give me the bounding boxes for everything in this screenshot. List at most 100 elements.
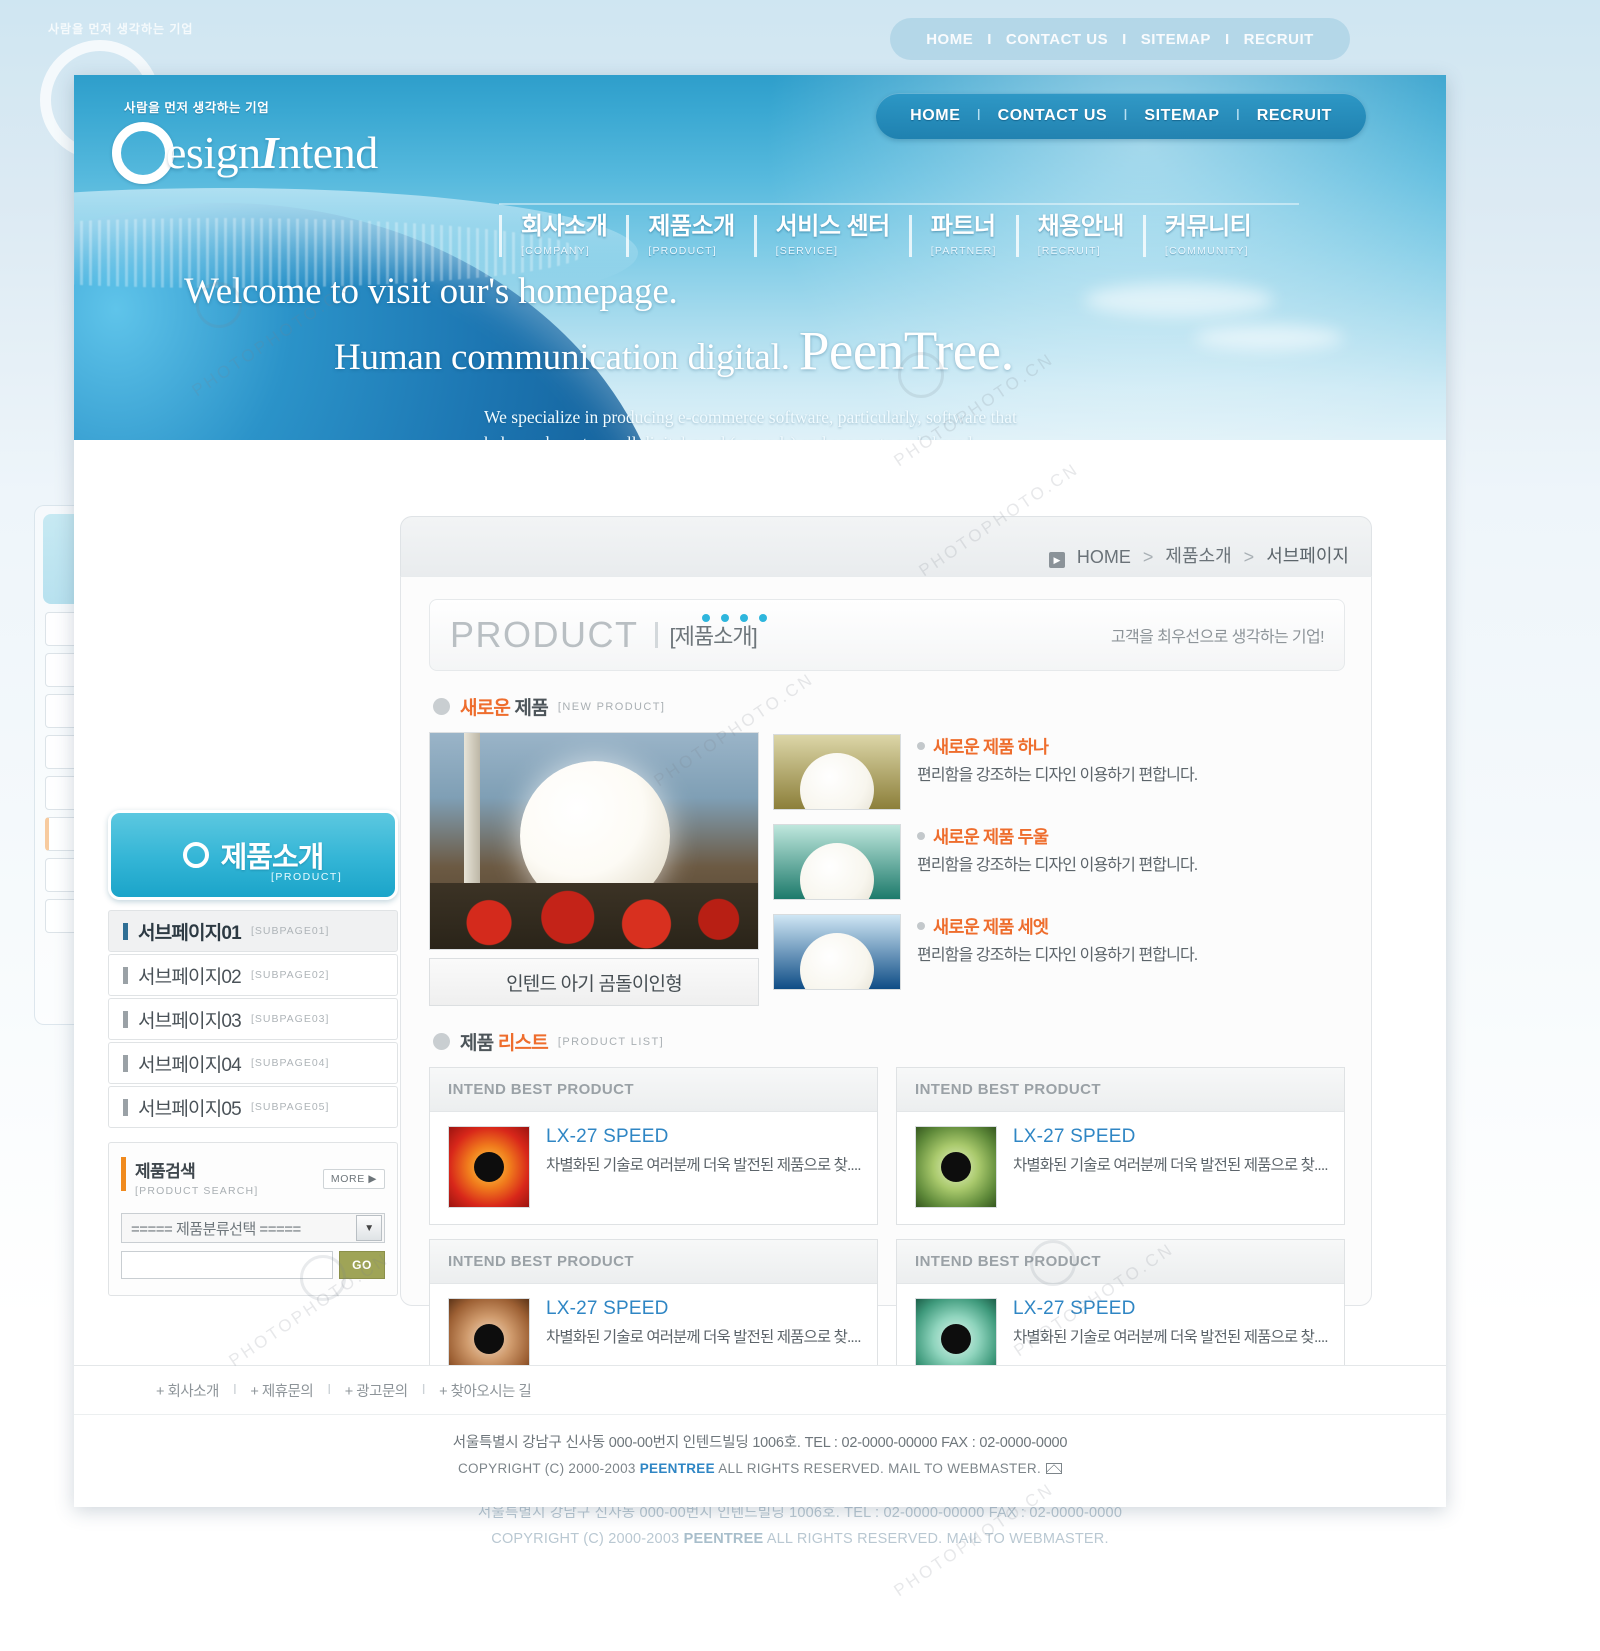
top-nav[interactable]: HOME I CONTACT US I SITEMAP I RECRUIT <box>876 93 1366 139</box>
logo-circle-d-icon <box>112 122 174 184</box>
new-product-desc: 편리함을 강조하는 디자인 이용하기 편합니다. <box>917 947 1198 964</box>
sidebar-item-subpage01[interactable]: 서브페이지01 [SUBPAGE01] <box>108 910 398 952</box>
breadcrumb-item-home[interactable]: HOME <box>1077 547 1131 568</box>
content-panel: PRODUCT [제품소개] 고객을 최우선으로 생각하는 기업! 새로운 제품… <box>400 576 1372 1397</box>
product-search-panel: 제품검색 [PRODUCT SEARCH] MORE ▶ ===== 제품분류선… <box>108 1142 398 1296</box>
new-product-title[interactable]: 새로운 제품 하나 <box>933 737 1049 757</box>
sidebar-menu[interactable]: 서브페이지01 [SUBPAGE01] 서브페이지02 [SUBPAGE02] … <box>108 910 398 1128</box>
product-search-go-button[interactable]: GO <box>339 1251 385 1279</box>
sidebar-header-title: 제품소개 <box>220 842 325 874</box>
footer-link-partnership[interactable]: + 제휴문의 <box>236 1380 327 1401</box>
product-category-select-value: ===== 제품분류선택 ===== <box>131 1220 301 1238</box>
new-product-heading-kr: 새로운 제품 <box>460 693 549 720</box>
main-nav-label-kr: 커뮤니티 <box>1164 213 1252 240</box>
sidebar-item-subpage05[interactable]: 서브페이지05 [SUBPAGE05] <box>108 1086 398 1128</box>
product-card[interactable]: INTEND BEST PRODUCT LX-27 SPEED 차별화된 기술로… <box>896 1067 1345 1225</box>
product-card-body: LX-27 SPEED 차별화된 기술로 여러분께 더욱 발전된 제품으로 찾.… <box>430 1112 877 1224</box>
background-top-nav: HOME I CONTACT US I SITEMAP I RECRUIT <box>890 18 1350 60</box>
footer-links[interactable]: + 회사소개 I + 제휴문의 I + 광고문의 I + 찾아오시는 길 <box>74 1365 1446 1415</box>
product-list-grid: INTEND BEST PRODUCT LX-27 SPEED 차별화된 기술로… <box>429 1067 1345 1397</box>
new-product-title[interactable]: 새로운 제품 세엣 <box>933 917 1049 937</box>
new-product-thumbnail[interactable] <box>773 914 901 990</box>
site-footer: + 회사소개 I + 제휴문의 I + 광고문의 I + 찾아오시는 길 서울특… <box>74 1365 1446 1507</box>
new-product-thumbnail[interactable] <box>773 734 901 810</box>
copyright-post: ALL RIGHTS RESERVED. MAIL TO WEBMASTER. <box>714 1461 1042 1476</box>
main-nav-item-company[interactable]: 회사소개 [COMPANY] <box>499 215 626 257</box>
main-nav-item-recruit[interactable]: 채용안내 [RECRUIT] <box>1015 215 1143 257</box>
product-card-image[interactable] <box>448 1126 530 1208</box>
product-card-name[interactable]: LX-27 SPEED <box>546 1298 861 1320</box>
product-search-input[interactable] <box>121 1251 333 1279</box>
new-product-items: 새로운 제품 하나 편리함을 강조하는 디자인 이용하기 편합니다. 새로운 제… <box>773 732 1345 1006</box>
sidebar: 제품소개 [PRODUCT] 서브페이지01 [SUBPAGE01] 서브페이지… <box>108 810 398 1296</box>
product-category-select[interactable]: ===== 제품분류선택 ===== ▼ <box>121 1213 385 1243</box>
sidebar-item-subpage04[interactable]: 서브페이지04 [SUBPAGE04] <box>108 1042 398 1084</box>
page-title-kr: [제품소개] <box>669 624 758 649</box>
top-nav-item-recruit[interactable]: RECRUIT <box>1257 107 1332 125</box>
main-nav[interactable]: 회사소개 [COMPANY] 제품소개 [PRODUCT] 서비스 센터 [SE… <box>499 215 1270 257</box>
title-dots-decoration <box>702 614 767 622</box>
new-product-text: 새로운 제품 세엣 편리함을 강조하는 디자인 이용하기 편합니다. <box>917 914 1198 968</box>
new-product-heading: 새로운 제품 [NEW PRODUCT] <box>433 693 1345 720</box>
top-nav-item-contact-us[interactable]: CONTACT US <box>998 107 1108 125</box>
page-content: ▶ HOME > 제품소개 > 서브페이지 제품소개 [PRODUCT] 서브페… <box>74 440 1446 1507</box>
main-nav-item-community[interactable]: 커뮤니티 [COMMUNITY] <box>1142 213 1270 257</box>
product-card[interactable]: INTEND BEST PRODUCT LX-27 SPEED 차별화된 기술로… <box>429 1067 878 1225</box>
product-card-desc: 차별화된 기술로 여러분께 더욱 발전된 제품으로 찾.... <box>1013 1329 1329 1346</box>
main-nav-label-en: [PARTNER] <box>930 245 997 257</box>
main-nav-label-kr: 제품소개 <box>648 213 735 240</box>
sidebar-item-subpage03[interactable]: 서브페이지03 [SUBPAGE03] <box>108 998 398 1040</box>
hero-headline-2-pre: Human communication digital. <box>334 337 790 378</box>
new-product-item[interactable]: 새로운 제품 두울 편리함을 강조하는 디자인 이용하기 편합니다. <box>773 824 1345 900</box>
product-search-subtitle: [PRODUCT SEARCH] <box>135 1185 259 1197</box>
footer-link-directions[interactable]: + 찾아오시는 길 <box>425 1380 545 1401</box>
footer-link-company[interactable]: + 회사소개 <box>142 1380 233 1401</box>
main-nav-label-en: [RECRUIT] <box>1037 245 1101 257</box>
featured-product[interactable]: 인텐드 아기 곰돌이인형 <box>429 732 759 1006</box>
main-nav-item-partner[interactable]: 파트너 [PARTNER] <box>908 215 1016 257</box>
bullet-icon <box>917 832 925 840</box>
footer-info: 서울특별시 강남구 신사동 000-00번지 인텐드빌딩 1006호. TEL … <box>74 1431 1446 1481</box>
product-search-more-button[interactable]: MORE ▶ <box>322 1169 385 1189</box>
main-nav-label-en: [SERVICE] <box>775 245 839 257</box>
main-nav-item-service[interactable]: 서비스 센터 [SERVICE] <box>753 215 909 257</box>
mail-icon[interactable] <box>1046 1463 1063 1474</box>
product-card-image[interactable] <box>915 1126 997 1208</box>
new-product-text: 새로운 제품 두울 편리함을 강조하는 디자인 이용하기 편합니다. <box>917 824 1198 878</box>
sidebar-item-subpage02[interactable]: 서브페이지02 [SUBPAGE02] <box>108 954 398 996</box>
main-nav-divider <box>499 203 1299 205</box>
product-card-name[interactable]: LX-27 SPEED <box>1013 1126 1328 1148</box>
sidebar-item-label-kr: 서브페이지01 <box>138 922 242 944</box>
footer-link-advertising[interactable]: + 광고문의 <box>331 1380 422 1401</box>
product-card-name[interactable]: LX-27 SPEED <box>1013 1298 1328 1320</box>
new-product-item[interactable]: 새로운 제품 하나 편리함을 강조하는 디자인 이용하기 편합니다. <box>773 734 1345 810</box>
breadcrumb-item-section[interactable]: 제품소개 <box>1165 542 1231 568</box>
hero-paragraph: We specialize in producing e-commerce so… <box>484 407 1017 440</box>
circle-icon <box>182 842 209 868</box>
sidebar-item-label-kr: 서브페이지05 <box>138 1098 242 1120</box>
new-product-text: 새로운 제품 하나 편리함을 강조하는 디자인 이용하기 편합니다. <box>917 734 1198 788</box>
main-nav-item-product[interactable]: 제품소개 [PRODUCT] <box>626 215 753 257</box>
chevron-down-icon[interactable]: ▼ <box>356 1215 382 1241</box>
top-nav-item-home[interactable]: HOME <box>910 107 960 125</box>
new-product-title[interactable]: 새로운 제품 두울 <box>933 827 1049 847</box>
product-card-text: LX-27 SPEED 차별화된 기술로 여러분께 더욱 발전된 제품으로 찾.… <box>546 1126 862 1208</box>
sidebar-header-subtitle: [PRODUCT] <box>271 871 343 883</box>
product-list-heading-kr: 제품 리스트 <box>460 1028 549 1055</box>
breadcrumb-separator: > <box>1142 547 1154 567</box>
sidebar-header: 제품소개 [PRODUCT] <box>108 810 398 900</box>
product-card-name[interactable]: LX-27 SPEED <box>546 1126 861 1148</box>
product-list-heading: 제품 리스트 [PRODUCT LIST] <box>433 1028 1345 1055</box>
background-top-nav-item-recruit: RECRUIT <box>1243 30 1314 48</box>
site-header: HOME I CONTACT US I SITEMAP I RECRUIT 사람… <box>74 75 1446 440</box>
new-product-thumbnail[interactable] <box>773 824 901 900</box>
hero-headline-2: Human communication digital. PeenTree. <box>184 319 1334 382</box>
sidebar-item-label-kr: 서브페이지03 <box>138 1010 242 1032</box>
site-logo[interactable]: 사람을 먼저 생각하는 기업 esignIntend <box>112 97 378 184</box>
breadcrumb-item-current: 서브페이지 <box>1266 546 1349 566</box>
top-nav-item-sitemap[interactable]: SITEMAP <box>1144 107 1219 125</box>
product-card-header: INTEND BEST PRODUCT <box>430 1240 877 1284</box>
site-window: HOME I CONTACT US I SITEMAP I RECRUIT 사람… <box>74 75 1446 1507</box>
copyright-pre: COPYRIGHT (C) 2000-2003 <box>457 1461 640 1476</box>
new-product-item[interactable]: 새로운 제품 세엣 편리함을 강조하는 디자인 이용하기 편합니다. <box>773 914 1345 990</box>
